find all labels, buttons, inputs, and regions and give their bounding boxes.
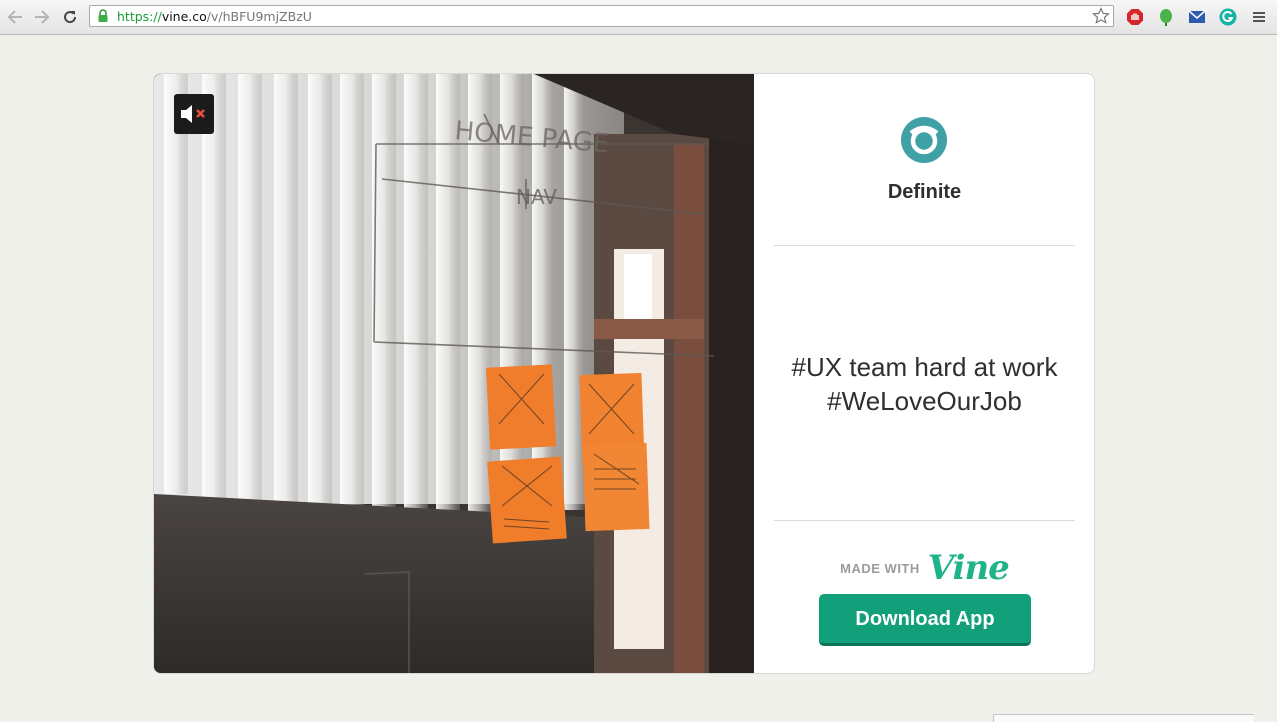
mail-icon[interactable] (1187, 7, 1207, 27)
adblock-icon[interactable] (1125, 7, 1145, 27)
made-with-vine: MADE WITH Vine (754, 548, 1094, 588)
divider-top (774, 245, 1075, 246)
svg-text:NAV: NAV (516, 185, 557, 209)
url-path: /v/hBFU9mjZBzU (206, 9, 312, 24)
browser-toolbar: https://vine.co/v/hBFU9mjZBzU (0, 0, 1277, 35)
evernote-icon[interactable] (1156, 7, 1176, 27)
mute-button[interactable] (174, 94, 214, 134)
profile-name[interactable]: Definite (754, 181, 1094, 204)
profile-avatar-icon[interactable] (901, 117, 947, 163)
bookmark-star-icon[interactable] (1092, 7, 1110, 25)
post-caption: #UX team hard at work #WeLoveOurJob (754, 350, 1094, 418)
caption-line-2: #WeLoveOurJob (827, 386, 1022, 416)
caption-line-1: #UX team hard at work (791, 352, 1058, 382)
back-button[interactable] (5, 7, 25, 27)
grammarly-icon[interactable] (1218, 7, 1238, 27)
menu-icon[interactable] (1249, 7, 1269, 27)
address-bar[interactable]: https://vine.co/v/hBFU9mjZBzU (89, 5, 1114, 27)
video-frame-image: HOME PAGE NAV (154, 74, 754, 673)
vine-post-card: HOME PAGE NAV Definite #UX team hard at … (153, 73, 1095, 674)
forward-arrow-icon (35, 10, 50, 24)
video-player[interactable]: HOME PAGE NAV (154, 74, 754, 673)
download-app-button[interactable]: Download App (819, 594, 1031, 646)
vine-logo[interactable]: Vine (928, 548, 1010, 588)
back-arrow-icon (7, 10, 22, 24)
muted-speaker-icon (181, 105, 205, 123)
url-text: https://vine.co/v/hBFU9mjZBzU (117, 9, 312, 24)
made-with-label: MADE WITH (840, 560, 920, 576)
url-scheme: https:// (117, 9, 162, 24)
forward-button[interactable] (32, 7, 52, 27)
post-info-panel: Definite #UX team hard at work #WeLoveOu… (754, 74, 1094, 673)
reload-icon (64, 11, 77, 24)
url-host: vine.co (161, 9, 207, 24)
divider-bottom (774, 520, 1075, 521)
lock-icon (98, 9, 108, 22)
reload-button[interactable] (60, 7, 80, 27)
